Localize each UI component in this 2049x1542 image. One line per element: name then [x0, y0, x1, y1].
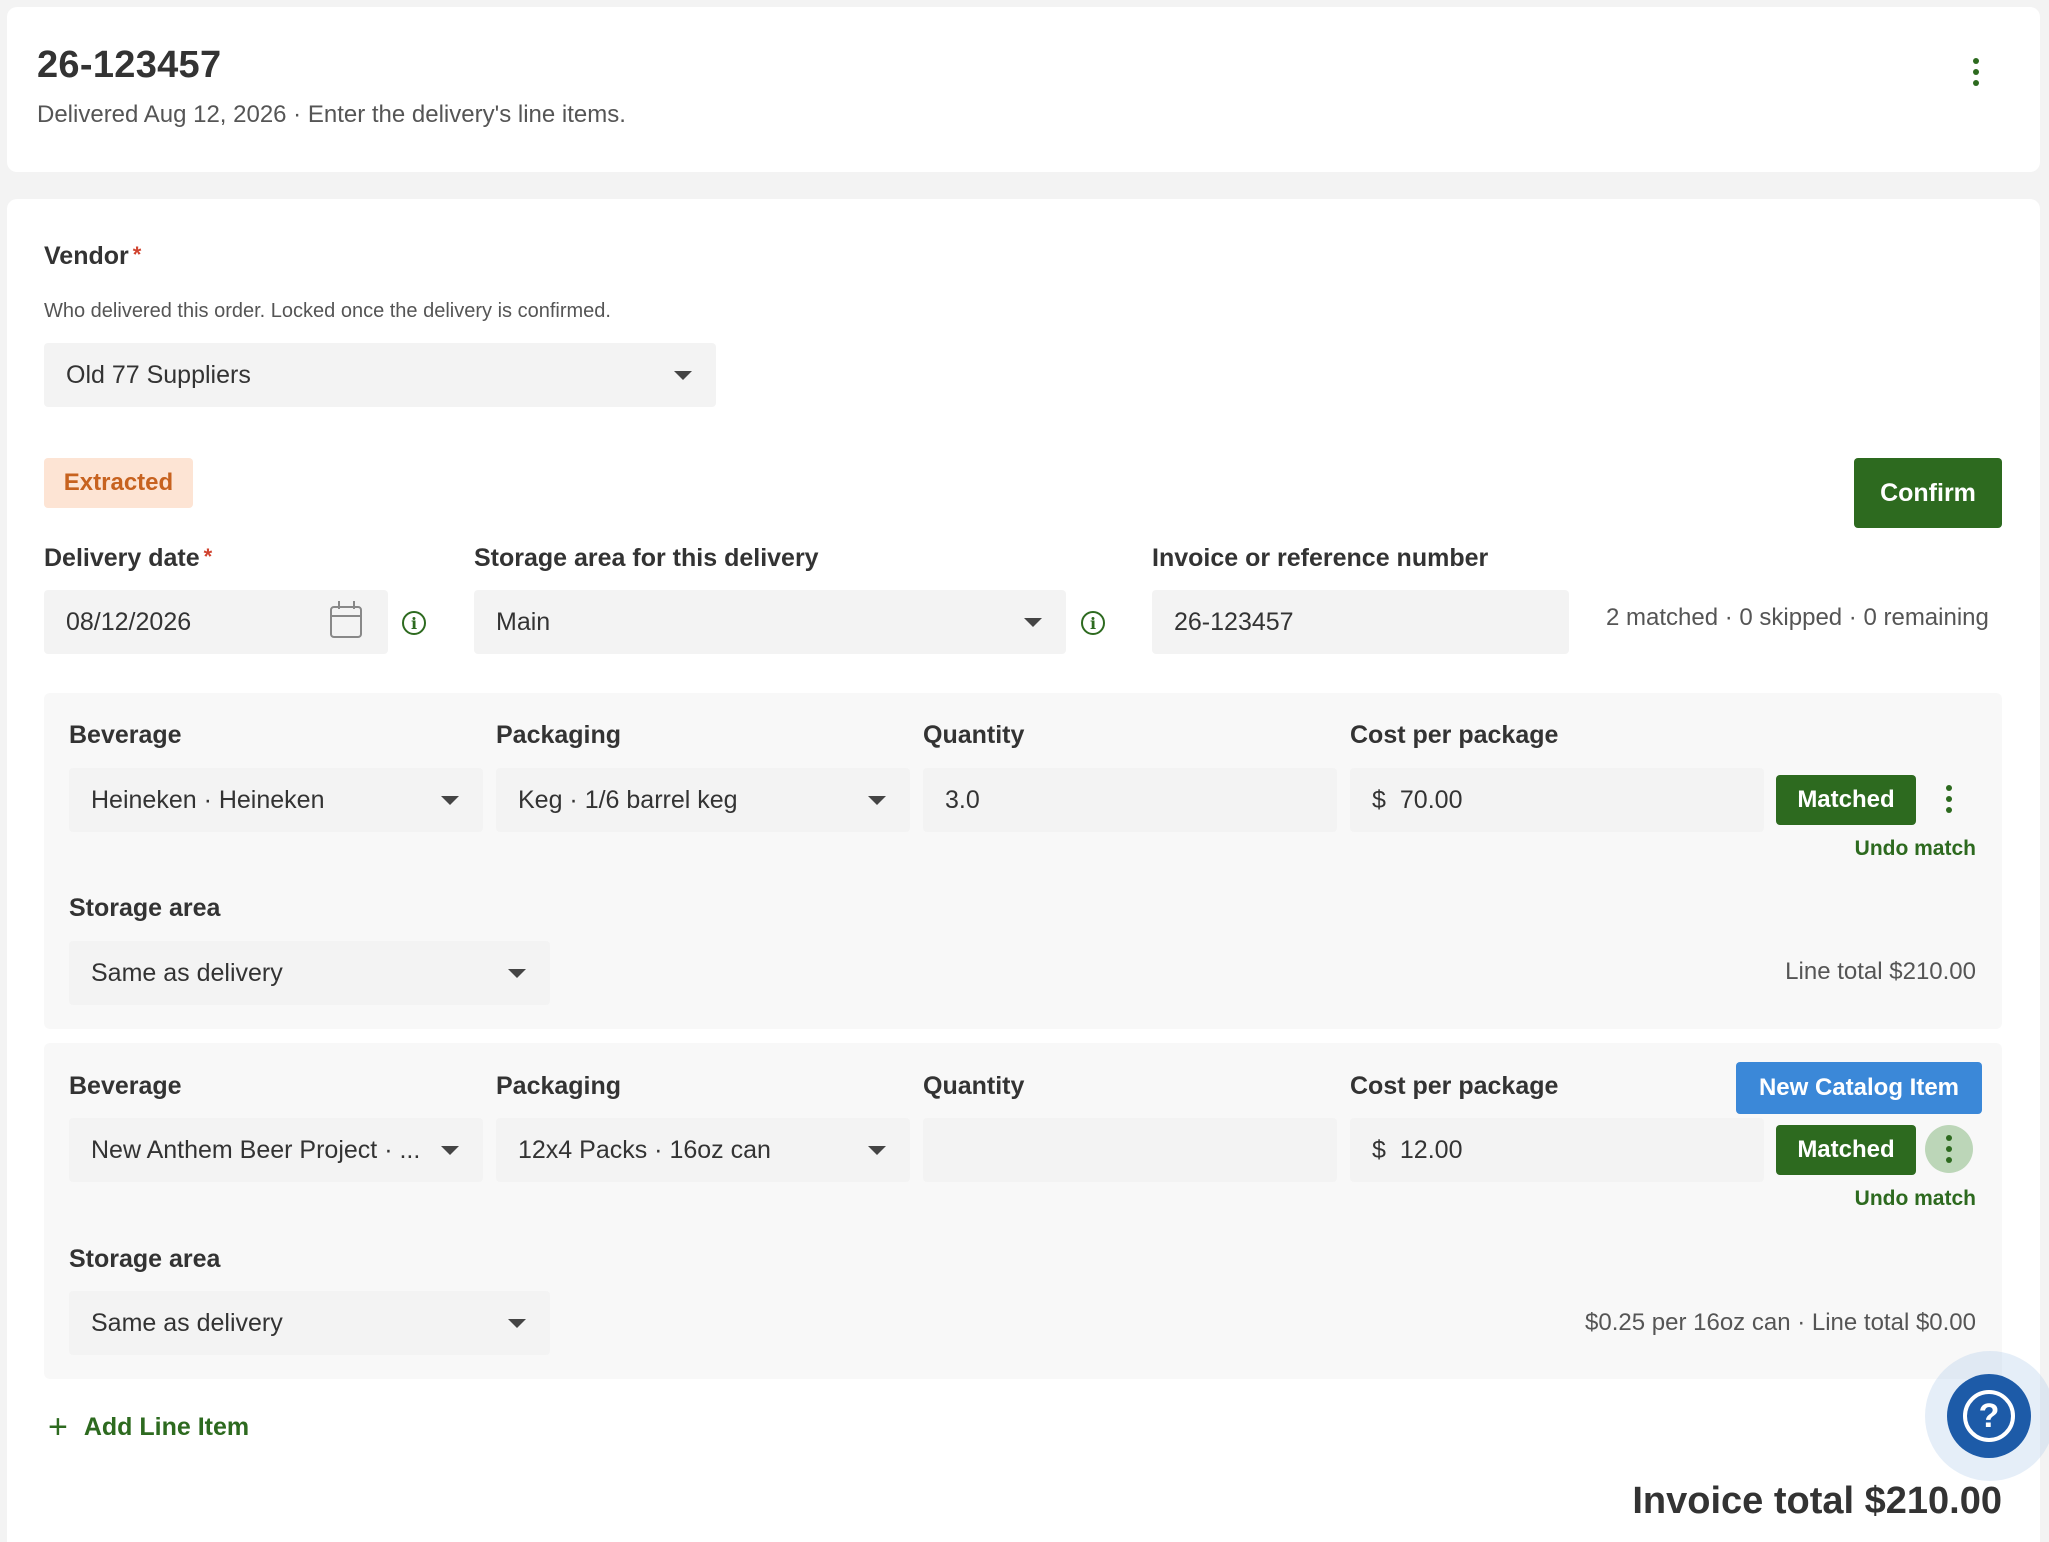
calendar-icon[interactable] — [330, 601, 362, 638]
packaging-select[interactable]: 12x4 Packs · 16oz can — [496, 1118, 910, 1182]
chevron-down-icon — [868, 795, 886, 805]
delivery-header-card — [7, 7, 2040, 172]
packaging-label: Packaging — [496, 721, 622, 749]
quantity-label: Quantity — [923, 1072, 1025, 1100]
beverage-select[interactable]: New Anthem Beer Project · ... — [69, 1118, 483, 1182]
plus-icon: + — [48, 1408, 68, 1446]
extracted-status-badge: Extracted — [44, 458, 193, 508]
new-catalog-item-button[interactable]: New Catalog Item — [1736, 1062, 1982, 1114]
header-more-menu-button[interactable] — [1958, 52, 1994, 92]
line-item-more-menu-button[interactable] — [1925, 1125, 1973, 1173]
undo-match-link[interactable]: Undo match — [1855, 1187, 1976, 1211]
invoice-total: Invoice total $210.00 — [1632, 1480, 2002, 1522]
match-summary: 2 matched · 0 skipped · 0 remaining — [1606, 604, 1989, 631]
undo-match-link[interactable]: Undo match — [1855, 837, 1976, 861]
page-subtitle: Delivered Aug 12, 2026 · Enter the deliv… — [37, 101, 626, 128]
matched-status-button[interactable]: Matched — [1776, 775, 1916, 825]
chevron-down-icon — [441, 795, 459, 805]
line-storage-area-select[interactable]: Same as delivery — [69, 941, 550, 1005]
line-total-text: Line total $210.00 — [1785, 958, 1976, 985]
delivery-date-label: Delivery date * — [44, 544, 213, 572]
chevron-down-icon — [508, 1318, 526, 1328]
invoice-reference-label: Invoice or reference number — [1152, 544, 1489, 572]
vertical-ellipsis-icon — [1973, 58, 1979, 64]
cost-per-package-label: Cost per package — [1350, 721, 1559, 749]
vendor-select[interactable]: Old 77 Suppliers — [44, 343, 716, 407]
invoice-reference-input[interactable]: 26-123457 — [1152, 590, 1569, 654]
vendor-helper-text: Who delivered this order. Locked once th… — [44, 300, 611, 322]
cost-per-package-input[interactable]: $ 70.00 — [1350, 768, 1764, 832]
beverage-label: Beverage — [69, 1072, 182, 1100]
line-total-text: $0.25 per 16oz can · Line total $0.00 — [1585, 1309, 1976, 1336]
vendor-label: Vendor * — [44, 242, 142, 270]
vertical-ellipsis-icon — [1946, 785, 1952, 791]
cost-per-package-label: Cost per package — [1350, 1072, 1559, 1100]
delivery-date-input[interactable]: 08/12/2026 — [44, 590, 388, 654]
quantity-input[interactable] — [923, 1118, 1337, 1182]
beverage-select[interactable]: Heineken · Heineken — [69, 768, 483, 832]
line-storage-area-label: Storage area — [69, 894, 221, 922]
add-line-item-button[interactable]: + Add Line Item — [48, 1410, 249, 1444]
chevron-down-icon — [1024, 617, 1042, 627]
line-item-more-menu-button[interactable] — [1925, 775, 1973, 823]
cost-per-package-input[interactable]: $ 12.00 — [1350, 1118, 1764, 1182]
quantity-label: Quantity — [923, 721, 1025, 749]
chevron-down-icon — [674, 370, 692, 380]
packaging-label: Packaging — [496, 1072, 622, 1100]
page-title: 26-123457 — [37, 44, 222, 86]
line-storage-area-label: Storage area — [69, 1245, 221, 1273]
matched-status-button[interactable]: Matched — [1776, 1125, 1916, 1175]
chevron-down-icon — [441, 1145, 459, 1155]
chevron-down-icon — [508, 968, 526, 978]
vertical-ellipsis-icon — [1946, 1135, 1952, 1141]
line-storage-area-select[interactable]: Same as delivery — [69, 1291, 550, 1355]
packaging-select[interactable]: Keg · 1/6 barrel keg — [496, 768, 910, 832]
confirm-button[interactable]: Confirm — [1854, 458, 2002, 528]
quantity-input[interactable]: 3.0 — [923, 768, 1337, 832]
help-chat-button[interactable]: ? — [1947, 1374, 2031, 1458]
storage-area-select[interactable]: Main — [474, 590, 1066, 654]
storage-area-label: Storage area for this delivery — [474, 544, 819, 572]
chevron-down-icon — [868, 1145, 886, 1155]
beverage-label: Beverage — [69, 721, 182, 749]
help-chat-icon: ? — [1963, 1390, 2015, 1442]
storage-area-info-icon[interactable]: i — [1081, 611, 1105, 635]
delivery-date-info-icon[interactable]: i — [402, 611, 426, 635]
